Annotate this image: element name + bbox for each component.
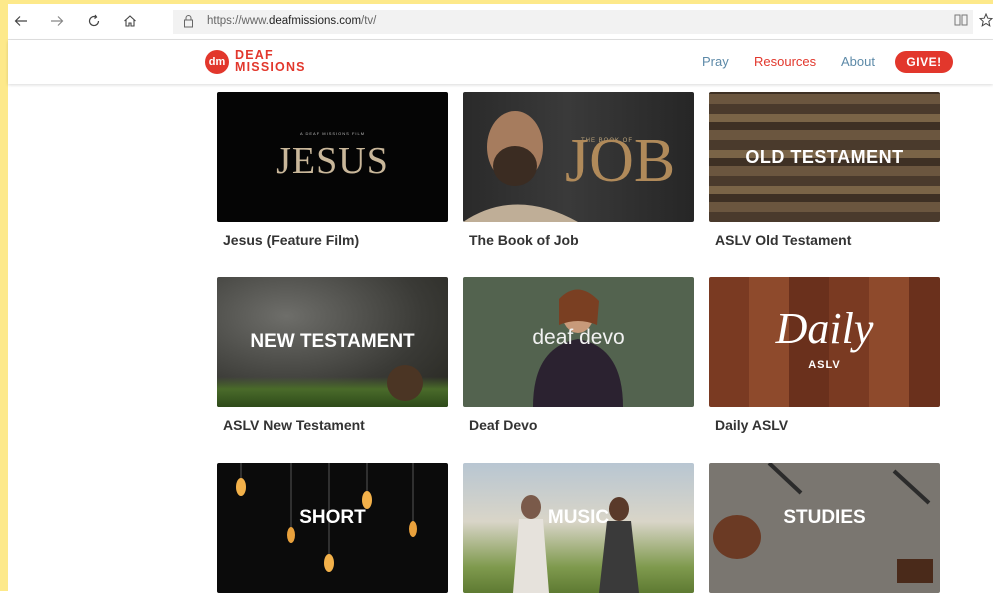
home-icon	[124, 15, 136, 27]
reading-view-button[interactable]	[953, 13, 969, 29]
arrow-left-icon	[14, 16, 27, 26]
arrow-right-icon	[51, 16, 64, 26]
logo-mark[interactable]: dm	[205, 50, 229, 74]
video-thumbnail[interactable]: deaf devo	[463, 277, 694, 407]
video-card-job[interactable]: THE BOOK OF JOB The Book of Job	[463, 92, 694, 248]
video-card-old-testament[interactable]: OLD TESTAMENT ASLV Old Testament	[709, 92, 940, 248]
site-header: dm DEAF MISSIONS Pray Resources About GI…	[8, 40, 993, 84]
back-button[interactable]	[10, 10, 32, 32]
favorite-button[interactable]	[978, 12, 993, 29]
video-card-music[interactable]: MUSIC	[463, 463, 694, 593]
star-icon	[978, 12, 993, 27]
lock-icon	[184, 15, 193, 28]
video-card-studies[interactable]: STUDIES	[709, 463, 940, 593]
nav-link-pray[interactable]: Pray	[702, 54, 729, 69]
video-thumbnail[interactable]: Daily ASLV	[709, 277, 940, 407]
video-title[interactable]: The Book of Job	[469, 232, 579, 248]
home-button[interactable]	[119, 10, 141, 32]
nav-link-resources[interactable]: Resources	[754, 54, 816, 69]
video-title[interactable]: Daily ASLV	[715, 417, 788, 433]
address-bar[interactable]: https://www.deafmissions.com/tv/	[173, 10, 973, 34]
video-thumbnail[interactable]: A DEAF MISSIONS FILM JESUS	[217, 92, 448, 222]
nav-link-about[interactable]: About	[841, 54, 875, 69]
window-frame-left	[0, 0, 8, 591]
video-thumbnail[interactable]: SHORT	[217, 463, 448, 593]
url-text: https://www.deafmissions.com/tv/	[207, 15, 377, 27]
video-thumbnail[interactable]: STUDIES	[709, 463, 940, 593]
video-thumbnail[interactable]: MUSIC	[463, 463, 694, 593]
video-thumbnail[interactable]: OLD TESTAMENT	[709, 92, 940, 222]
video-thumbnail[interactable]: THE BOOK OF JOB	[463, 92, 694, 222]
video-card-daily-aslv[interactable]: Daily ASLV Daily ASLV	[709, 277, 940, 433]
video-card-new-testament[interactable]: NEW TESTAMENT ASLV New Testament	[217, 277, 448, 433]
video-title[interactable]: ASLV Old Testament	[715, 232, 851, 248]
logo-text[interactable]: DEAF MISSIONS	[235, 49, 306, 74]
video-card-deaf-devo[interactable]: deaf devo Deaf Devo	[463, 277, 694, 433]
video-card-jesus[interactable]: A DEAF MISSIONS FILM JESUS Jesus (Featur…	[217, 92, 448, 248]
video-thumbnail[interactable]: NEW TESTAMENT	[217, 277, 448, 407]
browser-toolbar: https://www.deafmissions.com/tv/	[8, 4, 993, 40]
refresh-icon	[88, 14, 100, 27]
video-card-short[interactable]: SHORT	[217, 463, 448, 593]
refresh-button[interactable]	[83, 10, 105, 32]
give-button[interactable]: GIVE!	[895, 51, 953, 73]
forward-button[interactable]	[46, 10, 68, 32]
video-title[interactable]: Jesus (Feature Film)	[223, 232, 359, 248]
video-title[interactable]: ASLV New Testament	[223, 417, 365, 433]
book-icon	[954, 14, 968, 26]
video-title[interactable]: Deaf Devo	[469, 417, 537, 433]
